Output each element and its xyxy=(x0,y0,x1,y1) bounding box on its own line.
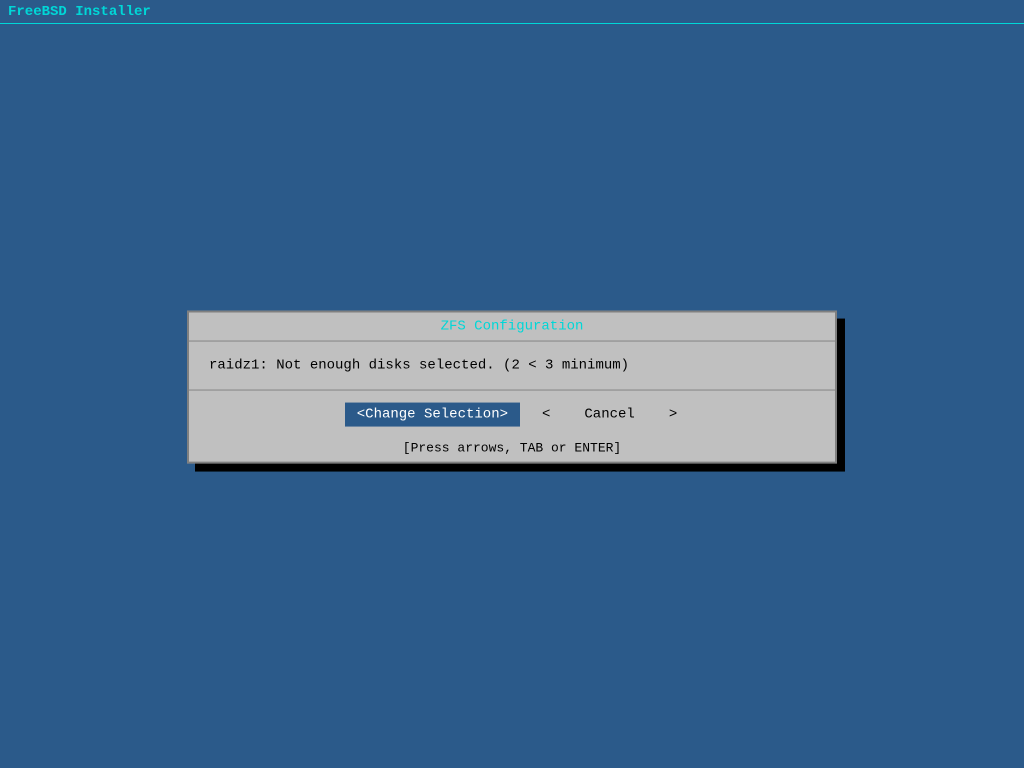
title-bar: FreeBSD Installer xyxy=(0,0,1024,24)
dialog-message: raidz1: Not enough disks selected. (2 < … xyxy=(189,342,835,391)
dialog-title: ZFS Configuration xyxy=(189,313,835,342)
app-title: FreeBSD Installer xyxy=(8,4,151,20)
left-arrow-button[interactable]: < xyxy=(540,403,552,427)
cancel-button[interactable]: Cancel xyxy=(572,403,646,427)
change-selection-button[interactable]: <Change Selection> xyxy=(345,403,520,427)
dialog: ZFS Configuration raidz1: Not enough dis… xyxy=(187,311,837,464)
dialog-buttons: <Change Selection> < Cancel > xyxy=(189,391,835,439)
dialog-hint: [Press arrows, TAB or ENTER] xyxy=(189,439,835,462)
dialog-container: ZFS Configuration raidz1: Not enough dis… xyxy=(187,311,837,464)
right-arrow-button[interactable]: > xyxy=(667,403,679,427)
